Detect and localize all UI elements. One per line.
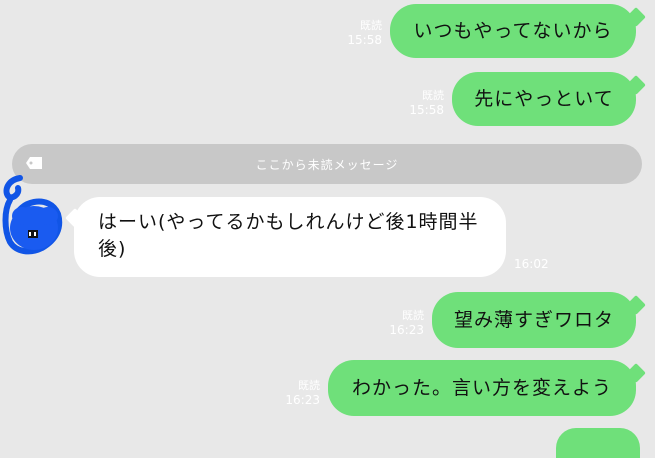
incoming-message[interactable]: はーい(やってるかもしれんけど後1時間半後) [74,197,506,277]
message-text: いつもやってないから [413,20,613,42]
outgoing-message-partial[interactable] [556,428,640,458]
read-receipt: 既読 [402,309,424,322]
divider-label: ここから未読メッセージ [255,157,399,172]
outgoing-message[interactable]: 先にやっといて [452,72,636,126]
message-meta: 既読 15:58 [340,18,382,48]
timestamp: 15:58 [409,103,444,117]
read-receipt: 既読 [298,379,320,392]
message-meta: 既読 16:23 [278,378,320,408]
timestamp: 15:58 [347,33,382,47]
read-receipt: 既読 [360,19,382,32]
message-text: はーい(やってるかもしれんけど後1時間半後) [98,211,479,260]
outgoing-message[interactable]: いつもやってないから [390,4,636,58]
message-meta: 既読 15:58 [402,88,444,118]
tag-icon [26,157,42,169]
avatar [2,175,63,255]
message-meta: 既読 16:23 [382,308,424,338]
message-text: 望み薄すぎワロタ [453,309,614,331]
chat-area: 既読 15:58 いつもやってないから 既読 15:58 先にやっといて ここか… [0,0,655,458]
unread-divider: ここから未読メッセージ [12,144,642,184]
outgoing-message[interactable]: わかった。言い方を変えよう [328,360,636,416]
message-text: 先にやっといて [474,88,614,110]
timestamp: 16:02 [514,257,549,271]
outgoing-message[interactable]: 望み薄すぎワロタ [432,292,636,348]
read-receipt: 既読 [422,89,444,102]
timestamp: 16:23 [285,393,320,407]
timestamp: 16:23 [389,323,424,337]
message-text: わかった。言い方を変えよう [351,377,612,399]
